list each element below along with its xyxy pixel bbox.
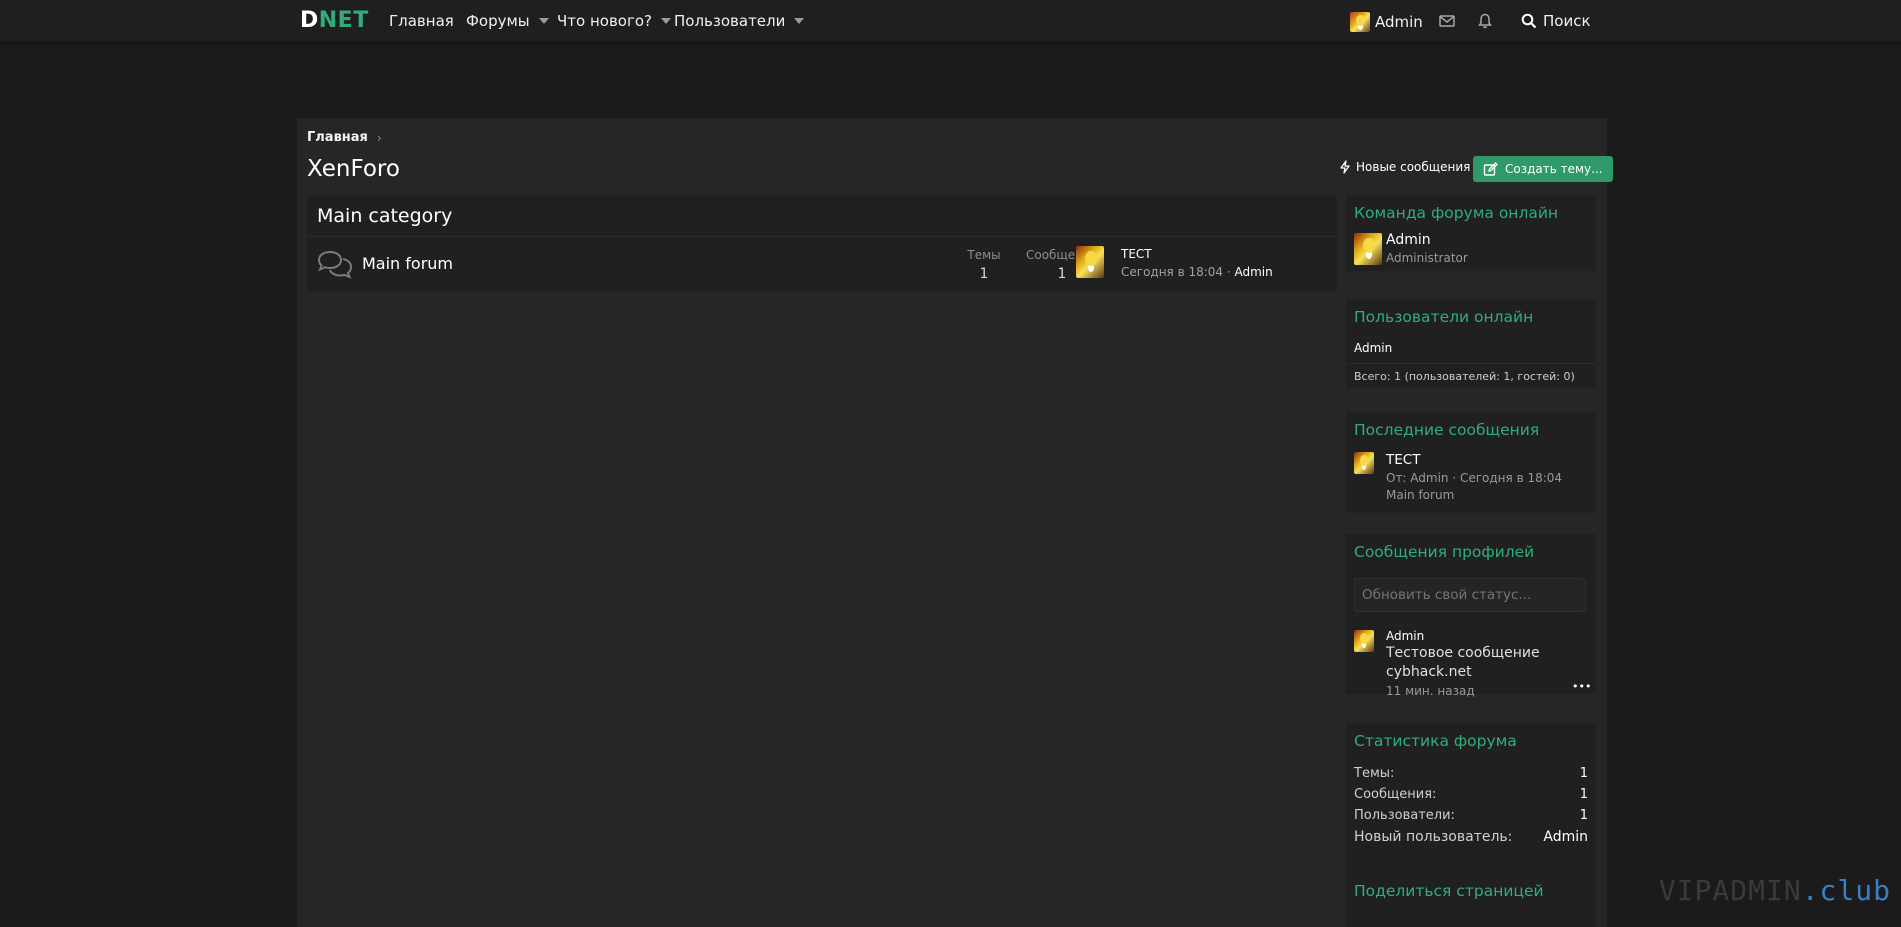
nav-home-label: Главная <box>389 12 454 30</box>
last-post-date[interactable]: Сегодня в 18:04 · <box>1121 265 1235 279</box>
stats-newest-label: Новый пользователь: <box>1354 829 1513 845</box>
profile-post-text-1: Тестовое сообщение <box>1386 645 1540 661</box>
avatar[interactable] <box>1354 630 1374 652</box>
profile-post-user[interactable]: Admin <box>1386 629 1424 643</box>
new-posts-button[interactable]: Новые сообщения <box>1339 160 1470 174</box>
stats-threads-value: 1 <box>1579 766 1588 781</box>
new-posts-label: Новые сообщения <box>1356 160 1471 174</box>
last-thread-title[interactable]: ТЕСТ <box>1121 247 1152 261</box>
staff-role: Administrator <box>1386 251 1468 265</box>
page-title: XenForo <box>307 156 400 182</box>
stats-messages-label: Сообщения: <box>1354 787 1437 802</box>
search-icon <box>1521 13 1537 29</box>
divider <box>1346 363 1596 364</box>
threads-stat: Темы 1 <box>959 248 1009 282</box>
last-post-user[interactable]: Admin <box>1235 265 1273 279</box>
stats-messages-value: 1 <box>1579 787 1588 802</box>
latest-forum[interactable]: Main forum <box>1386 488 1454 502</box>
nav-forums[interactable]: Форумы <box>466 12 549 30</box>
category-block: Main category Main forum Темы 1 Сообщени… <box>307 195 1337 292</box>
chevron-right-icon: › <box>376 130 382 145</box>
watermark: VIPADMIN.club <box>1658 874 1891 907</box>
share-page-title[interactable]: Поделиться страницей <box>1354 882 1544 900</box>
search-button[interactable]: Поиск <box>1521 12 1591 30</box>
stats-threads-label: Темы: <box>1354 766 1395 781</box>
nav-whats-new-label: Что нового? <box>557 12 652 30</box>
profile-posts-widget: Сообщения профилей Admin Тестовое сообще… <box>1346 534 1596 698</box>
stats-messages-row: Сообщения: 1 <box>1354 787 1588 802</box>
staff-name[interactable]: Admin <box>1386 232 1431 248</box>
avatar[interactable] <box>1076 246 1104 278</box>
online-total: Всего: 1 (пользователей: 1, гостей: 0) <box>1354 370 1575 383</box>
nav-whats-new[interactable]: Что нового? <box>557 12 671 30</box>
forum-stats-title[interactable]: Статистика форума <box>1354 732 1517 750</box>
avatar <box>1350 12 1370 32</box>
top-navigation: DNET Главная Форумы Что нового? Пользова… <box>0 0 1901 42</box>
latest-meta[interactable]: От: Admin · Сегодня в 18:04 <box>1386 471 1562 485</box>
profile-post-time[interactable]: 11 мин. назад <box>1386 684 1475 698</box>
avatar[interactable] <box>1354 452 1374 474</box>
staff-online-title[interactable]: Команда форума онлайн <box>1354 204 1558 222</box>
profile-post-text-2: cybhack.net <box>1386 664 1472 680</box>
stats-members-label: Пользователи: <box>1354 808 1455 823</box>
nav-forums-label: Форумы <box>466 12 530 30</box>
create-thread-button[interactable]: Создать тему... <box>1473 156 1613 182</box>
threads-value: 1 <box>979 266 989 282</box>
last-post-meta: Сегодня в 18:04 · Admin <box>1121 265 1273 279</box>
latest-posts-widget: Последние сообщения ТЕСТ От: Admin · Сег… <box>1346 412 1596 513</box>
site-logo[interactable]: DNET <box>300 8 369 33</box>
more-options-icon[interactable]: ••• <box>1572 680 1591 693</box>
share-page-widget: Поделиться страницей <box>1346 873 1596 927</box>
nav-home[interactable]: Главная <box>389 12 454 30</box>
forum-icon <box>317 250 353 279</box>
forum-node: Main forum Темы 1 Сообщения 1 ТЕСТ Сегод… <box>307 237 1337 292</box>
avatar[interactable] <box>1354 233 1382 265</box>
account-menu[interactable]: Admin <box>1350 12 1423 32</box>
bell-icon[interactable] <box>1476 12 1494 30</box>
stats-newest-value[interactable]: Admin <box>1543 829 1588 845</box>
create-thread-label: Создать тему... <box>1505 162 1603 176</box>
nav-users-label: Пользователи <box>674 12 786 30</box>
search-label: Поиск <box>1543 12 1591 30</box>
envelope-icon[interactable] <box>1438 12 1456 30</box>
stats-threads-row: Темы: 1 <box>1354 766 1588 781</box>
status-input[interactable] <box>1354 578 1586 612</box>
latest-posts-title[interactable]: Последние сообщения <box>1354 421 1539 439</box>
category-title[interactable]: Main category <box>307 195 1337 237</box>
account-name: Admin <box>1375 13 1423 31</box>
forum-stats-widget: Статистика форума Темы: 1 Сообщения: 1 П… <box>1346 723 1596 873</box>
stats-members-row: Пользователи: 1 <box>1354 808 1588 823</box>
threads-label: Темы <box>967 248 1001 262</box>
staff-online-widget: Команда форума онлайн Admin Administrato… <box>1346 195 1596 271</box>
edit-icon <box>1483 161 1498 176</box>
breadcrumb: Главная › <box>307 130 382 145</box>
online-user[interactable]: Admin <box>1354 341 1392 355</box>
forum-title[interactable]: Main forum <box>362 254 453 273</box>
chevron-down-icon[interactable] <box>538 18 549 24</box>
chevron-down-icon[interactable] <box>794 18 805 24</box>
breadcrumb-home[interactable]: Главная <box>307 130 368 145</box>
latest-thread[interactable]: ТЕСТ <box>1386 452 1420 468</box>
stats-newest-row: Новый пользователь: Admin <box>1354 829 1588 845</box>
chevron-down-icon[interactable] <box>661 18 671 24</box>
nav-users[interactable]: Пользователи <box>674 12 805 30</box>
users-online-title[interactable]: Пользователи онлайн <box>1354 308 1533 326</box>
profile-posts-title[interactable]: Сообщения профилей <box>1354 543 1534 561</box>
page-container: Главная › XenForo Новые сообщения Создат… <box>297 118 1613 927</box>
stats-members-value: 1 <box>1579 808 1588 823</box>
users-online-widget: Пользователи онлайн Admin Всего: 1 (поль… <box>1346 299 1596 388</box>
bolt-icon <box>1340 160 1350 174</box>
